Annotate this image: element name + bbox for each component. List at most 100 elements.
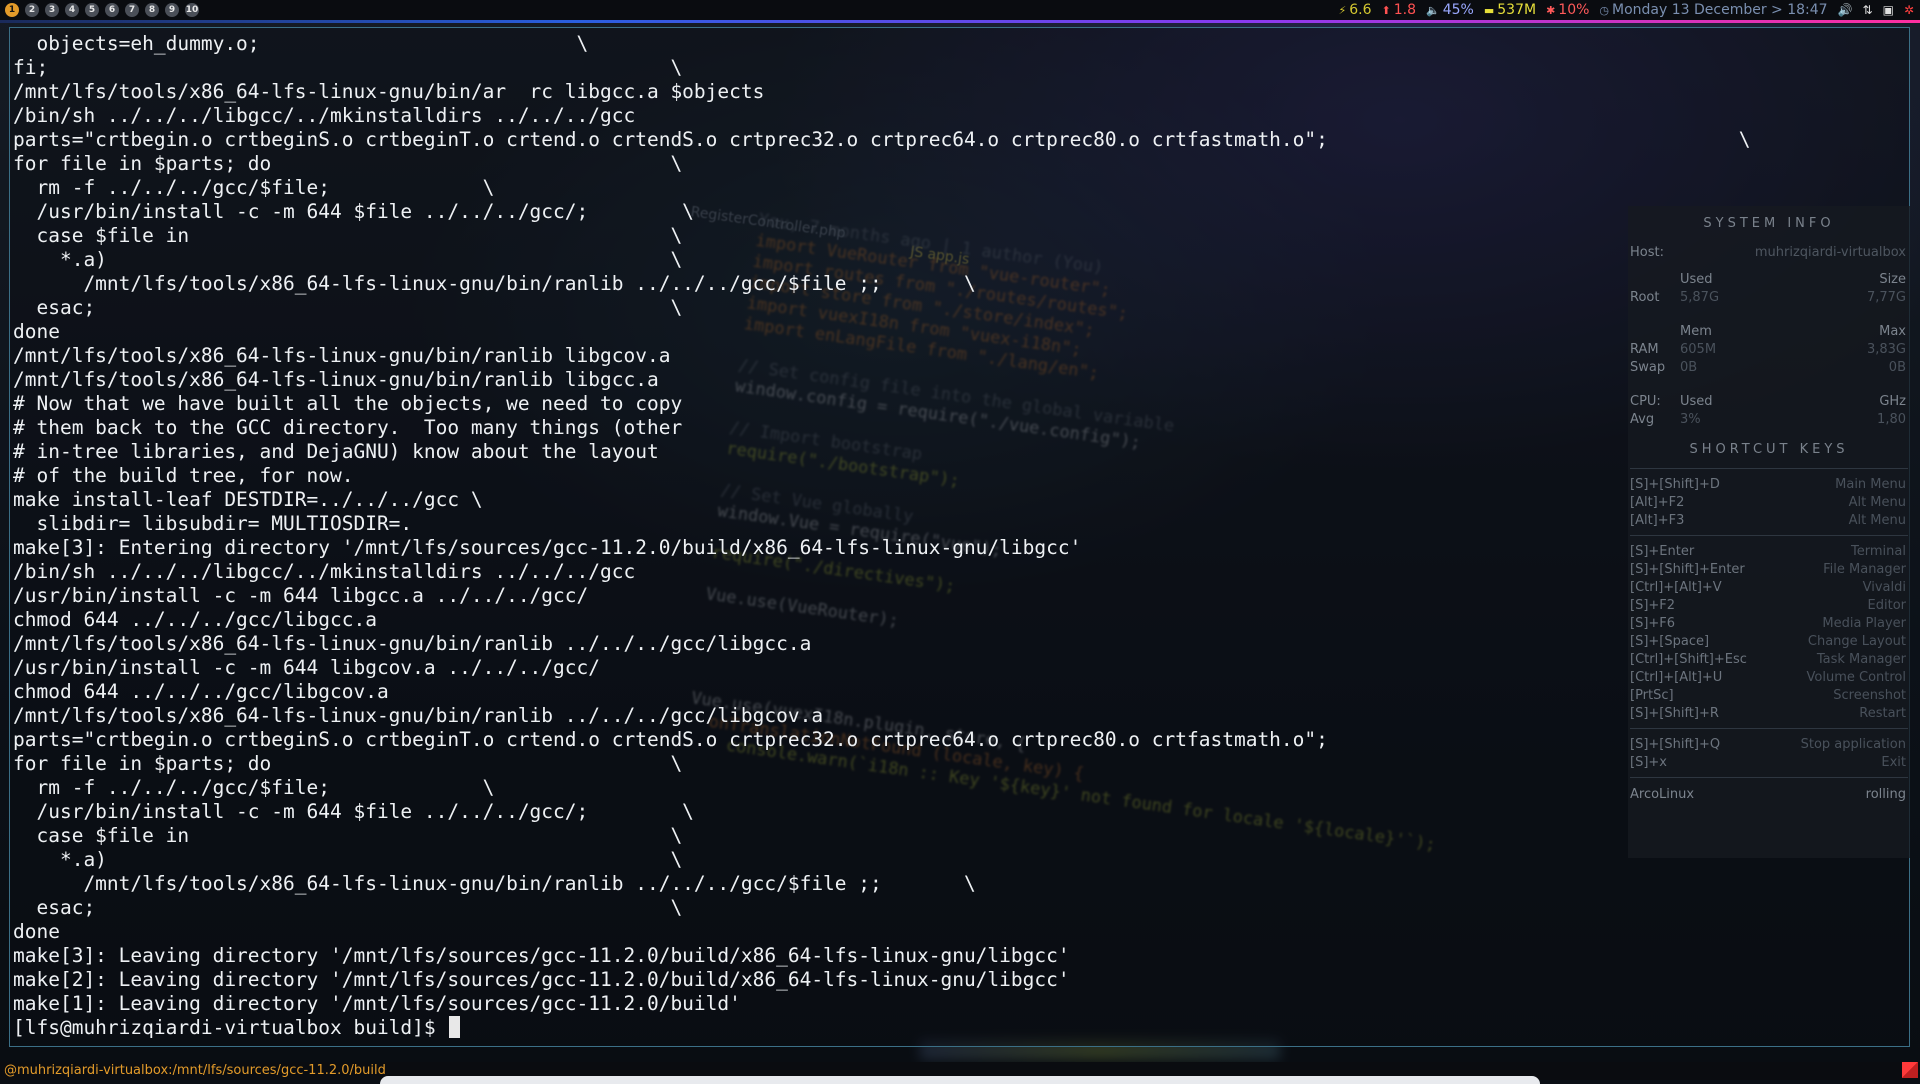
- divider: [1630, 468, 1908, 469]
- terminal-line: fi; \: [13, 56, 683, 79]
- shortcut-row: [Alt]+F3 Alt Menu: [1628, 511, 1910, 529]
- shortcut-key: [S]+[Shift]+R: [1630, 705, 1719, 721]
- shortcut-action: Stop application: [1800, 736, 1906, 752]
- mem-header: Mem Max: [1628, 322, 1910, 340]
- corner-logo-icon[interactable]: [1902, 1062, 1918, 1078]
- avg-used: 3%: [1680, 411, 1701, 427]
- swap-used: 0B: [1680, 359, 1698, 375]
- shortcut-action: Alt Menu: [1848, 494, 1906, 510]
- terminal-line: done: [13, 320, 60, 343]
- terminal-line: /usr/bin/install -c -m 644 libgcov.a ../…: [13, 656, 600, 679]
- shortcut-key: [S]+[Shift]+Q: [1630, 736, 1721, 752]
- shortcut-key: [Alt]+F3: [1630, 512, 1685, 528]
- shortcut-action: Exit: [1881, 754, 1906, 770]
- shortcut-action: Media Player: [1822, 615, 1906, 631]
- ram-used: 605M: [1680, 341, 1717, 357]
- shortcut-action: Task Manager: [1816, 651, 1906, 667]
- shortcut-row: [S]+[Shift]+Enter File Manager: [1628, 560, 1910, 578]
- workspace-3[interactable]: 3: [45, 3, 59, 17]
- shortcut-row: [Ctrl]+[Shift]+Esc Task Manager: [1628, 650, 1910, 668]
- avg-ghz: 1,80: [1877, 411, 1906, 427]
- mem-header-max: Max: [1879, 323, 1906, 339]
- shortcut-group-session: [S]+[Shift]+Q Stop application [S]+x Exit: [1628, 735, 1910, 771]
- root-row: Root 5,87G 7,77G: [1628, 288, 1910, 306]
- workspace-5[interactable]: 5: [85, 3, 99, 17]
- disk-header-size: Size: [1879, 271, 1906, 287]
- workspace-7[interactable]: 7: [125, 3, 139, 17]
- shortcut-row: [PrtSc] Screenshot: [1628, 686, 1910, 704]
- text-cursor: [449, 1016, 461, 1038]
- cpu-ghz-label: GHz: [1879, 393, 1906, 409]
- cpu-header: CPU: Used GHz: [1628, 392, 1910, 410]
- terminal-line: /bin/sh ../../../libgcc/../mkinstalldirs…: [13, 104, 636, 127]
- workspace-10[interactable]: 10: [185, 3, 199, 17]
- distro-name: ArcoLinux: [1630, 786, 1695, 802]
- load-value: 6.6: [1349, 2, 1372, 18]
- shortcut-action: Restart: [1859, 705, 1906, 721]
- distro-release: rolling: [1865, 786, 1906, 802]
- terminal-line: /mnt/lfs/tools/x86_64-lfs-linux-gnu/bin/…: [13, 272, 976, 295]
- memory-value: 537M: [1497, 2, 1537, 18]
- cpu-icon: ✱: [1546, 3, 1556, 17]
- shell-prompt-line[interactable]: [lfs@muhrizqiardi-virtualbox build]$: [13, 1016, 1905, 1040]
- swap-max: 0B: [1888, 359, 1906, 375]
- shortcut-key: [S]+[Shift]+D: [1630, 476, 1720, 492]
- workspace-4[interactable]: 4: [65, 3, 79, 17]
- display-tray-icon[interactable]: ▣: [1883, 3, 1894, 17]
- shortcut-row: [S]+Enter Terminal: [1628, 542, 1910, 560]
- shortcut-key: [Ctrl]+[Alt]+V: [1630, 579, 1722, 595]
- terminal-line: case $file in \: [13, 224, 683, 247]
- terminal-line: make install-leaf DESTDIR=../../../gcc \: [13, 488, 483, 511]
- taskbar-pill[interactable]: [380, 1076, 1540, 1084]
- clock-icon: ◷: [1599, 3, 1610, 17]
- shortcut-action: Screenshot: [1833, 687, 1906, 703]
- terminal-line: /mnt/lfs/tools/x86_64-lfs-linux-gnu/bin/…: [13, 632, 812, 655]
- terminal-line: for file in $parts; do \: [13, 152, 683, 175]
- network-tray-icon[interactable]: ⇅: [1863, 3, 1873, 17]
- terminal-line: parts="crtbegin.o crtbeginS.o crtbeginT.…: [13, 128, 1751, 151]
- ram-row: RAM 605M 3,83G: [1628, 340, 1910, 358]
- divider: [1630, 728, 1908, 729]
- terminal-line: /usr/bin/install -c -m 644 $file ../../.…: [13, 800, 694, 823]
- workspace-6[interactable]: 6: [105, 3, 119, 17]
- shortcut-action: Terminal: [1851, 543, 1906, 559]
- terminal-line: *.a) \: [13, 248, 683, 271]
- workspace-1[interactable]: 1: [5, 3, 19, 17]
- cpu-indicator: ✱ 10%: [1546, 2, 1589, 18]
- workspace-8[interactable]: 8: [145, 3, 159, 17]
- shortcut-action: Main Menu: [1835, 476, 1906, 492]
- host-row: Host: muhrizqiardi-virtualbox: [1628, 242, 1910, 262]
- terminal-line: case $file in \: [13, 824, 683, 847]
- shortcut-action: Volume Control: [1806, 669, 1906, 685]
- shortcut-action: File Manager: [1823, 561, 1906, 577]
- shortcut-row: [S]+F2 Editor: [1628, 596, 1910, 614]
- volume-indicator[interactable]: 🔈 45%: [1426, 2, 1474, 18]
- shortcut-keys-title: SHORTCUT KEYS: [1689, 442, 1849, 457]
- shortcut-row: [Ctrl]+[Alt]+U Volume Control: [1628, 668, 1910, 686]
- shortcut-key: [S]+x: [1630, 754, 1667, 770]
- workspace-switcher: 1 2 3 4 5 6 7 8 9 10: [5, 3, 199, 17]
- terminal-line: chmod 644 ../../../gcc/libgcc.a: [13, 608, 377, 631]
- ram-max: 3,83G: [1866, 341, 1906, 357]
- terminal-line: for file in $parts; do \: [13, 752, 683, 775]
- window-title-path[interactable]: @muhrizqiardi-virtualbox:/mnt/lfs/source…: [4, 1063, 386, 1078]
- datetime-value: Monday 13 December > 18:47: [1612, 2, 1828, 18]
- shortcut-row: [S]+[Space] Change Layout: [1628, 632, 1910, 650]
- volume-tray-icon[interactable]: 🔊: [1838, 3, 1853, 17]
- clock[interactable]: ◷ Monday 13 December > 18:47: [1599, 2, 1827, 18]
- root-size: 7,77G: [1866, 289, 1906, 305]
- terminal-output[interactable]: objects=eh_dummy.o; \ fi; \/mnt/lfs/tools…: [13, 32, 1905, 1040]
- cpu-avg-row: Avg 3% 1,80: [1628, 410, 1910, 428]
- terminal-window[interactable]: objects=eh_dummy.o; \ fi; \/mnt/lfs/tools…: [9, 27, 1910, 1047]
- settings-tray-icon[interactable]: ✲: [1904, 3, 1914, 17]
- shortcut-group-menus: [S]+[Shift]+D Main Menu [Alt]+F2 Alt Menu [A…: [1628, 475, 1910, 529]
- terminal-line: *.a) \: [13, 848, 683, 871]
- panel-accent-line: [0, 20, 1920, 23]
- shortcut-action: Change Layout: [1807, 633, 1906, 649]
- workspace-9[interactable]: 9: [165, 3, 179, 17]
- workspace-2[interactable]: 2: [25, 3, 39, 17]
- terminal-line: # of the build tree, for now.: [13, 464, 354, 487]
- terminal-line: rm -f ../../../gcc/$file; \: [13, 176, 495, 199]
- shortcut-action: Vivaldi: [1862, 579, 1906, 595]
- host-value: muhrizqiardi-virtualbox: [1754, 244, 1906, 260]
